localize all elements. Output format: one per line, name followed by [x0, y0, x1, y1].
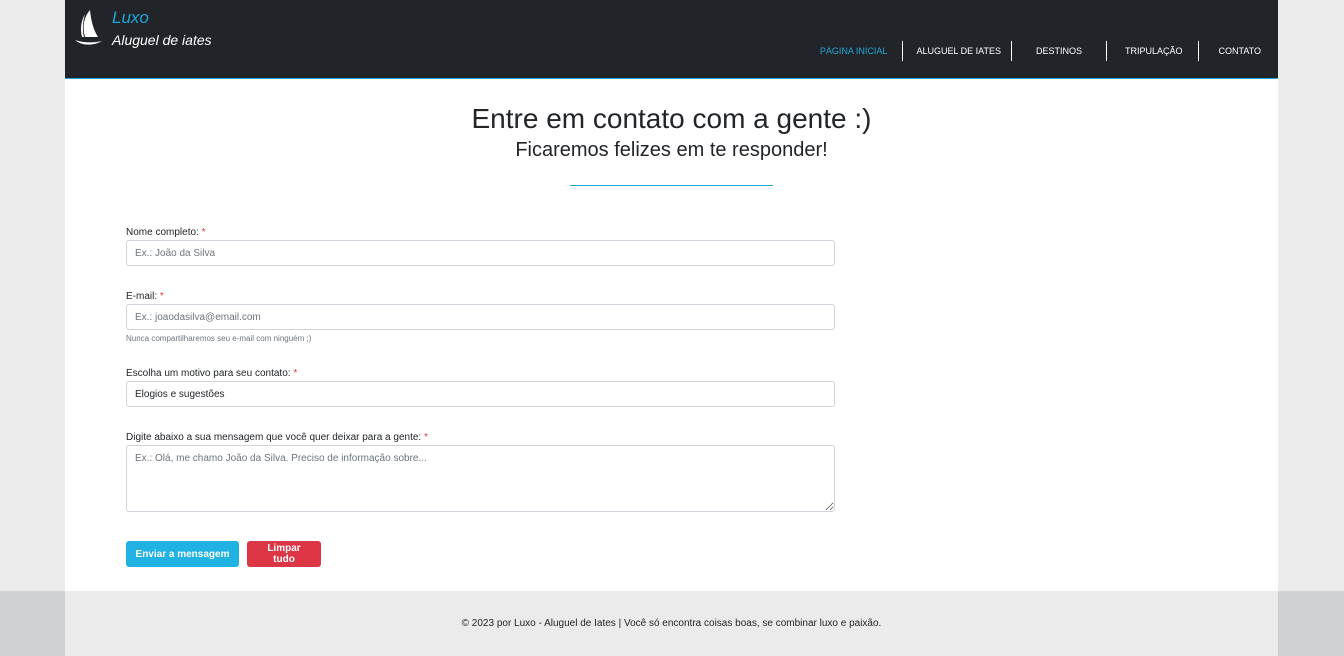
name-label: Nome completo: *	[126, 227, 206, 238]
footer-text: © 2023 por Luxo - Aluguel de Iates | Voc…	[461, 618, 882, 629]
reason-label: Escolha um motivo para seu contato: *	[126, 368, 298, 379]
name-group: Nome completo: *	[126, 226, 835, 266]
nav-item-destinos[interactable]: DESTINOS	[1036, 46, 1082, 56]
contact-heading: Entre em contato com a gente :) Ficaremo…	[65, 100, 1278, 163]
reason-group: Escolha um motivo para seu contato: * El…	[126, 367, 835, 407]
navbar: Luxo Aluguel de iates PÁGINA INICIAL ALU…	[65, 0, 1278, 79]
footer: © 2023 por Luxo - Aluguel de Iates | Voc…	[65, 591, 1278, 656]
reason-select[interactable]: Elogios e sugestões	[126, 381, 835, 407]
email-input[interactable]	[126, 304, 835, 330]
nav-item-pagina-inicial[interactable]: PÁGINA INICIAL	[820, 46, 888, 56]
email-label: E-mail: *	[126, 291, 164, 302]
contact-form: Nome completo: * E-mail: * Nunca compart…	[126, 226, 835, 512]
nav-menu: PÁGINA INICIAL ALUGUEL DE IATES DESTINOS…	[820, 41, 1270, 61]
email-help-text: Nunca compartilharemos seu e-mail com ni…	[126, 334, 312, 343]
sailboat-logo-icon	[75, 10, 102, 45]
nav-item-aluguel-de-iates[interactable]: ALUGUEL DE IATES	[916, 46, 1001, 56]
required-marker: *	[423, 432, 428, 443]
form-buttons: Enviar a mensagem Limpar tudo	[126, 541, 321, 567]
message-textarea[interactable]	[126, 445, 835, 512]
title-divider	[570, 185, 773, 186]
full-name-input[interactable]	[126, 240, 835, 266]
page-title: Entre em contato com a gente :)	[471, 103, 872, 134]
message-group: Digite abaixo a sua mensagem que você qu…	[126, 431, 835, 512]
page-subtitle: Ficaremos felizes em te responder!	[515, 139, 828, 161]
nav-item-tripulacao[interactable]: TRIPULAÇÃO	[1125, 46, 1183, 56]
send-message-button[interactable]: Enviar a mensagem	[126, 541, 239, 567]
email-group: E-mail: * Nunca compartilharemos seu e-m…	[126, 290, 835, 345]
brand-link[interactable]: Luxo Aluguel de iates	[73, 8, 212, 52]
page-container: Luxo Aluguel de iates PÁGINA INICIAL ALU…	[65, 0, 1278, 591]
message-label: Digite abaixo a sua mensagem que você qu…	[126, 432, 428, 443]
required-marker: *	[201, 227, 206, 238]
reason-selected-value: Elogios e sugestões	[135, 388, 225, 400]
nav-item-contato[interactable]: CONTATO	[1219, 46, 1262, 56]
required-marker: *	[293, 368, 298, 379]
brand-subtitle: Aluguel de iates	[112, 32, 212, 48]
required-marker: *	[159, 291, 164, 302]
clear-all-button[interactable]: Limpar tudo	[247, 541, 321, 567]
brand-name: Luxo	[112, 8, 149, 27]
